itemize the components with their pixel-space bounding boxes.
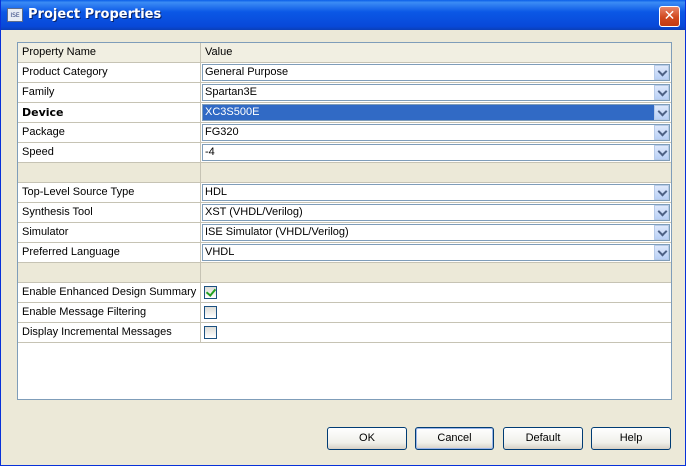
property-row-preferred-language: Preferred Language VHDL bbox=[18, 243, 671, 263]
chevron-down-icon[interactable] bbox=[654, 185, 669, 200]
dropdown-value: General Purpose bbox=[205, 66, 289, 78]
property-label: Synthesis Tool bbox=[18, 203, 201, 223]
title-bar[interactable]: ISE Project Properties ✕ bbox=[1, 0, 685, 30]
property-row-incremental-messages: Display Incremental Messages bbox=[18, 323, 671, 343]
synthesis-tool-dropdown[interactable]: XST (VHDL/Verilog) bbox=[202, 204, 670, 221]
help-button[interactable]: Help bbox=[591, 427, 671, 450]
property-label: Simulator bbox=[18, 223, 201, 243]
simulator-dropdown[interactable]: ISE Simulator (VHDL/Verilog) bbox=[202, 224, 670, 241]
chevron-down-icon[interactable] bbox=[654, 205, 669, 220]
ok-button[interactable]: OK bbox=[327, 427, 407, 450]
incremental-messages-checkbox[interactable] bbox=[204, 326, 217, 339]
value-header: Value bbox=[201, 43, 671, 63]
product-category-dropdown[interactable]: General Purpose bbox=[202, 64, 670, 81]
dropdown-value: FG320 bbox=[205, 126, 239, 138]
property-row-family: Family Spartan3E bbox=[18, 83, 671, 103]
property-row-enhanced-design-summary: Enable Enhanced Design Summary bbox=[18, 283, 671, 303]
dropdown-value: XST (VHDL/Verilog) bbox=[205, 206, 303, 218]
dropdown-value: HDL bbox=[205, 186, 228, 198]
enhanced-design-summary-checkbox[interactable] bbox=[204, 286, 217, 299]
family-dropdown[interactable]: Spartan3E bbox=[202, 84, 670, 101]
property-row-device: Device XC3S500E bbox=[18, 103, 671, 123]
property-row-product-category: Product Category General Purpose bbox=[18, 63, 671, 83]
property-label: Enable Message Filtering bbox=[18, 303, 201, 323]
app-icon: ISE bbox=[7, 8, 23, 22]
property-label: Top-Level Source Type bbox=[18, 183, 201, 203]
chevron-down-icon[interactable] bbox=[654, 225, 669, 240]
group-separator-row bbox=[18, 163, 671, 183]
property-row-top-level-source-type: Top-Level Source Type HDL bbox=[18, 183, 671, 203]
message-filtering-checkbox[interactable] bbox=[204, 306, 217, 319]
property-name-header: Property Name bbox=[18, 43, 201, 63]
close-button[interactable]: ✕ bbox=[659, 6, 680, 27]
device-dropdown[interactable]: XC3S500E bbox=[202, 104, 670, 121]
dropdown-value: XC3S500E bbox=[205, 106, 260, 118]
property-label: Product Category bbox=[18, 63, 201, 83]
property-label: Device bbox=[18, 103, 201, 123]
dropdown-value: ISE Simulator (VHDL/Verilog) bbox=[205, 226, 349, 238]
dropdown-value: -4 bbox=[205, 146, 215, 158]
properties-grid: Property Name Value Product Category Gen… bbox=[17, 42, 672, 400]
preferred-language-dropdown[interactable]: VHDL bbox=[202, 244, 670, 261]
dialog-title: Project Properties bbox=[28, 7, 162, 22]
default-button[interactable]: Default bbox=[503, 427, 583, 450]
property-label: Family bbox=[18, 83, 201, 103]
chevron-down-icon[interactable] bbox=[654, 245, 669, 260]
chevron-down-icon[interactable] bbox=[654, 105, 669, 120]
project-properties-dialog: ISE Project Properties ✕ Property Name V… bbox=[0, 0, 686, 466]
property-label: Display Incremental Messages bbox=[18, 323, 201, 343]
property-label: Speed bbox=[18, 143, 201, 163]
top-level-source-type-dropdown[interactable]: HDL bbox=[202, 184, 670, 201]
dropdown-value: VHDL bbox=[205, 246, 235, 258]
grid-header-row: Property Name Value bbox=[18, 43, 671, 63]
group-separator-row bbox=[18, 263, 671, 283]
property-row-simulator: Simulator ISE Simulator (VHDL/Verilog) bbox=[18, 223, 671, 243]
property-row-speed: Speed -4 bbox=[18, 143, 671, 163]
chevron-down-icon[interactable] bbox=[654, 125, 669, 140]
chevron-down-icon[interactable] bbox=[654, 85, 669, 100]
property-label: Preferred Language bbox=[18, 243, 201, 263]
property-row-package: Package FG320 bbox=[18, 123, 671, 143]
dropdown-value: Spartan3E bbox=[205, 86, 257, 98]
package-dropdown[interactable]: FG320 bbox=[202, 124, 670, 141]
chevron-down-icon[interactable] bbox=[654, 145, 669, 160]
speed-dropdown[interactable]: -4 bbox=[202, 144, 670, 161]
property-label: Enable Enhanced Design Summary bbox=[18, 283, 201, 303]
chevron-down-icon[interactable] bbox=[654, 65, 669, 80]
cancel-button[interactable]: Cancel bbox=[415, 427, 494, 450]
property-label: Package bbox=[18, 123, 201, 143]
property-row-synthesis-tool: Synthesis Tool XST (VHDL/Verilog) bbox=[18, 203, 671, 223]
property-row-message-filtering: Enable Message Filtering bbox=[18, 303, 671, 323]
